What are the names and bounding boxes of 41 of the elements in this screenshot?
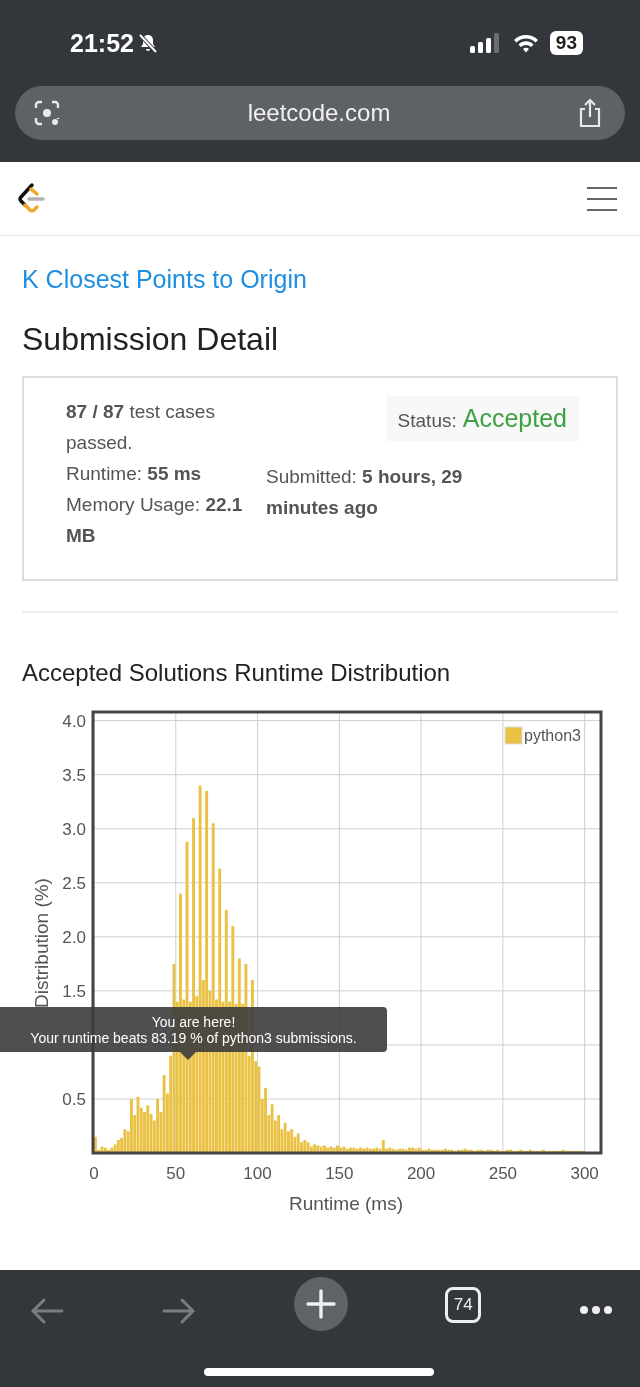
y-tick-label: 2.0 bbox=[62, 927, 86, 947]
submitted-time: Submitted: 5 hours, 29 minutes ago bbox=[266, 465, 464, 520]
tooltip-title: You are here! bbox=[151, 1013, 236, 1030]
x-tick-label: 200 bbox=[406, 1164, 436, 1183]
tab-count-button[interactable]: 74 bbox=[445, 1287, 482, 1323]
tooltip-text: Your runtime beats 83.19 % of python3 submissions. bbox=[30, 1029, 357, 1046]
battery-indicator: 93 bbox=[549, 31, 583, 55]
result-line: 87 / 87 test cases passed. bbox=[66, 400, 216, 455]
result-line: Memory Usage: 22.1 MB bbox=[66, 493, 244, 548]
y-tick-label: 1.5 bbox=[62, 981, 86, 1001]
y-tick-label: 4.0 bbox=[62, 711, 86, 731]
share-icon[interactable] bbox=[577, 98, 603, 128]
x-tick-label: 150 bbox=[325, 1164, 354, 1183]
new-tab-icon[interactable] bbox=[293, 1277, 348, 1331]
problem-link[interactable]: K Closest Points to Origin bbox=[22, 265, 307, 294]
x-tick-label: 300 bbox=[570, 1164, 599, 1183]
y-tick-label: 2.5 bbox=[62, 873, 86, 893]
chart-title: Accepted Solutions Runtime Distribution bbox=[22, 659, 452, 687]
x-tick-label: 0 bbox=[89, 1164, 99, 1183]
status-value: Accepted bbox=[462, 404, 567, 433]
logo-icon[interactable] bbox=[16, 181, 46, 216]
legend-label: python3 bbox=[524, 727, 581, 744]
y-tick-label: 3.5 bbox=[62, 765, 86, 785]
camera-scan-icon[interactable] bbox=[33, 99, 61, 127]
more-icon[interactable] bbox=[579, 1305, 613, 1315]
menu-icon[interactable] bbox=[586, 185, 618, 212]
y-tick-label: 0.5 bbox=[62, 1089, 86, 1109]
x-tick-label: 50 bbox=[166, 1164, 186, 1183]
x-axis-title: Runtime (ms) bbox=[289, 1193, 403, 1214]
x-tick-label: 100 bbox=[243, 1164, 272, 1183]
y-tick-label: 3.0 bbox=[62, 819, 86, 839]
status-label: Status: bbox=[397, 410, 457, 432]
address-bar[interactable]: leetcode.com bbox=[15, 86, 625, 140]
signal-icon bbox=[469, 33, 502, 53]
clock-time: 21:52 bbox=[70, 28, 134, 58]
page-heading: Submission Detail bbox=[22, 321, 280, 358]
y-axis-title: Distribution (%) bbox=[31, 878, 52, 1008]
x-tick-label: 250 bbox=[488, 1164, 518, 1183]
url-text: leetcode.com bbox=[247, 99, 391, 127]
muted-bell-icon bbox=[136, 32, 159, 54]
result-line: Runtime: 55 ms bbox=[66, 462, 203, 486]
